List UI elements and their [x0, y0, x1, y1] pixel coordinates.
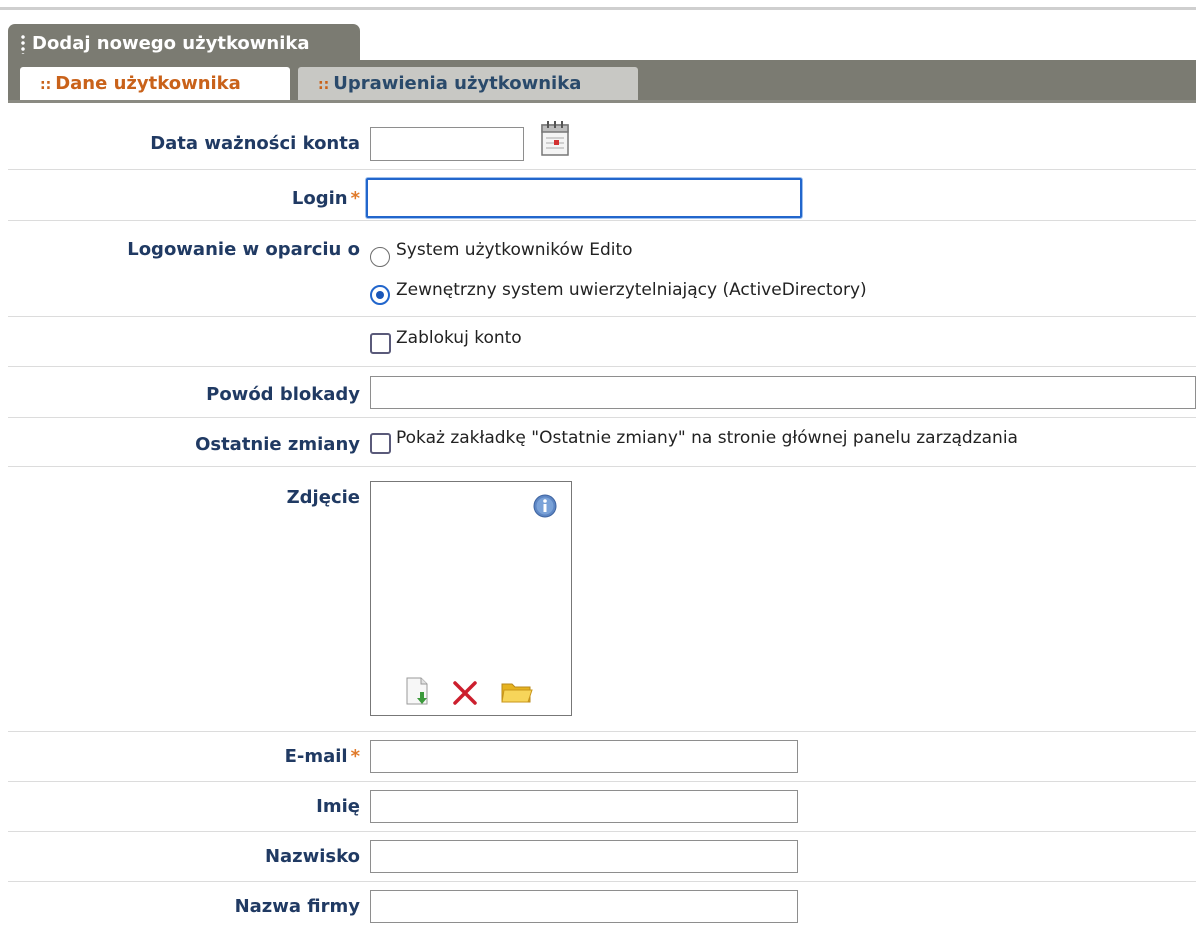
row-photo: Zdjęcie — [8, 467, 1196, 732]
delete-icon[interactable] — [452, 680, 478, 706]
row-last-name: Nazwisko — [8, 832, 1196, 882]
required-mark: * — [350, 746, 360, 767]
info-icon[interactable] — [533, 494, 557, 518]
email-label-text: E-mail — [284, 746, 348, 767]
company-input[interactable] — [370, 890, 798, 923]
tab-label: Uprawienia użytkownika — [333, 73, 582, 94]
expiry-date-input[interactable] — [370, 127, 524, 161]
email-label: E-mail * — [285, 746, 360, 767]
radio-external-label: Zewnętrzny system uwierzytelniający (Act… — [396, 280, 867, 300]
radio-external-system[interactable] — [370, 285, 390, 305]
login-label-text: Login — [291, 188, 348, 209]
block-reason-label: Powód blokady — [206, 384, 360, 405]
login-input[interactable] — [366, 178, 802, 218]
photo-box — [370, 481, 572, 716]
top-border — [0, 7, 1196, 10]
recent-changes-checkbox-label: Pokaż zakładkę "Ostatnie zmiany" na stro… — [396, 428, 1018, 448]
block-account-label: Zablokuj konto — [396, 328, 522, 348]
tab-marker: :: — [40, 77, 52, 93]
tab-bar: :: Dane użytkownika :: Uprawienia użytkown… — [8, 60, 1196, 103]
row-email: E-mail * — [8, 732, 1196, 782]
calendar-icon[interactable] — [538, 119, 572, 159]
first-name-input[interactable] — [370, 790, 798, 823]
last-name-label: Nazwisko — [264, 846, 360, 867]
expiry-label: Data ważności konta — [150, 133, 360, 154]
radio-edito-system[interactable] — [370, 247, 390, 267]
row-recent-changes: Ostatnie zmiany Pokaż zakładkę "Ostatnie… — [8, 418, 1196, 467]
first-name-label: Imię — [316, 796, 360, 817]
row-company: Nazwa firmy — [8, 882, 1196, 928]
row-first-name: Imię — [8, 782, 1196, 832]
tab-user-data[interactable]: :: Dane użytkownika — [20, 67, 290, 100]
window-title: Dodaj nowego użytkownika — [32, 33, 310, 54]
login-label: Login * — [292, 188, 360, 209]
row-block: Zablokuj konto — [8, 317, 1196, 367]
row-block-reason: Powód blokady — [8, 367, 1196, 418]
upload-icon[interactable] — [404, 676, 432, 706]
last-name-input[interactable] — [370, 840, 798, 873]
block-reason-input[interactable] — [370, 376, 1196, 409]
tab-user-permissions[interactable]: :: Uprawienia użytkownika — [298, 67, 638, 100]
grip-icon — [21, 34, 25, 54]
tab-marker: :: — [318, 77, 330, 93]
required-mark: * — [350, 188, 360, 209]
recent-changes-label: Ostatnie zmiany — [195, 434, 360, 455]
radio-edito-label: System użytkowników Edito — [396, 240, 633, 260]
company-label: Nazwa firmy — [234, 896, 360, 917]
row-login: Login * — [8, 170, 1196, 221]
recent-changes-checkbox[interactable] — [370, 433, 391, 454]
email-input[interactable] — [370, 740, 798, 773]
photo-label: Zdjęcie — [286, 487, 360, 508]
auth-label: Logowanie w oparciu o — [127, 239, 360, 260]
tab-label: Dane użytkownika — [55, 73, 241, 94]
row-expiry: Data ważności konta — [8, 103, 1196, 170]
row-auth: Logowanie w oparciu o System użytkownikó… — [8, 221, 1196, 317]
block-account-checkbox[interactable] — [370, 333, 391, 354]
browse-folder-icon[interactable] — [500, 678, 534, 706]
window-title-tab: Dodaj nowego użytkownika — [8, 24, 360, 62]
